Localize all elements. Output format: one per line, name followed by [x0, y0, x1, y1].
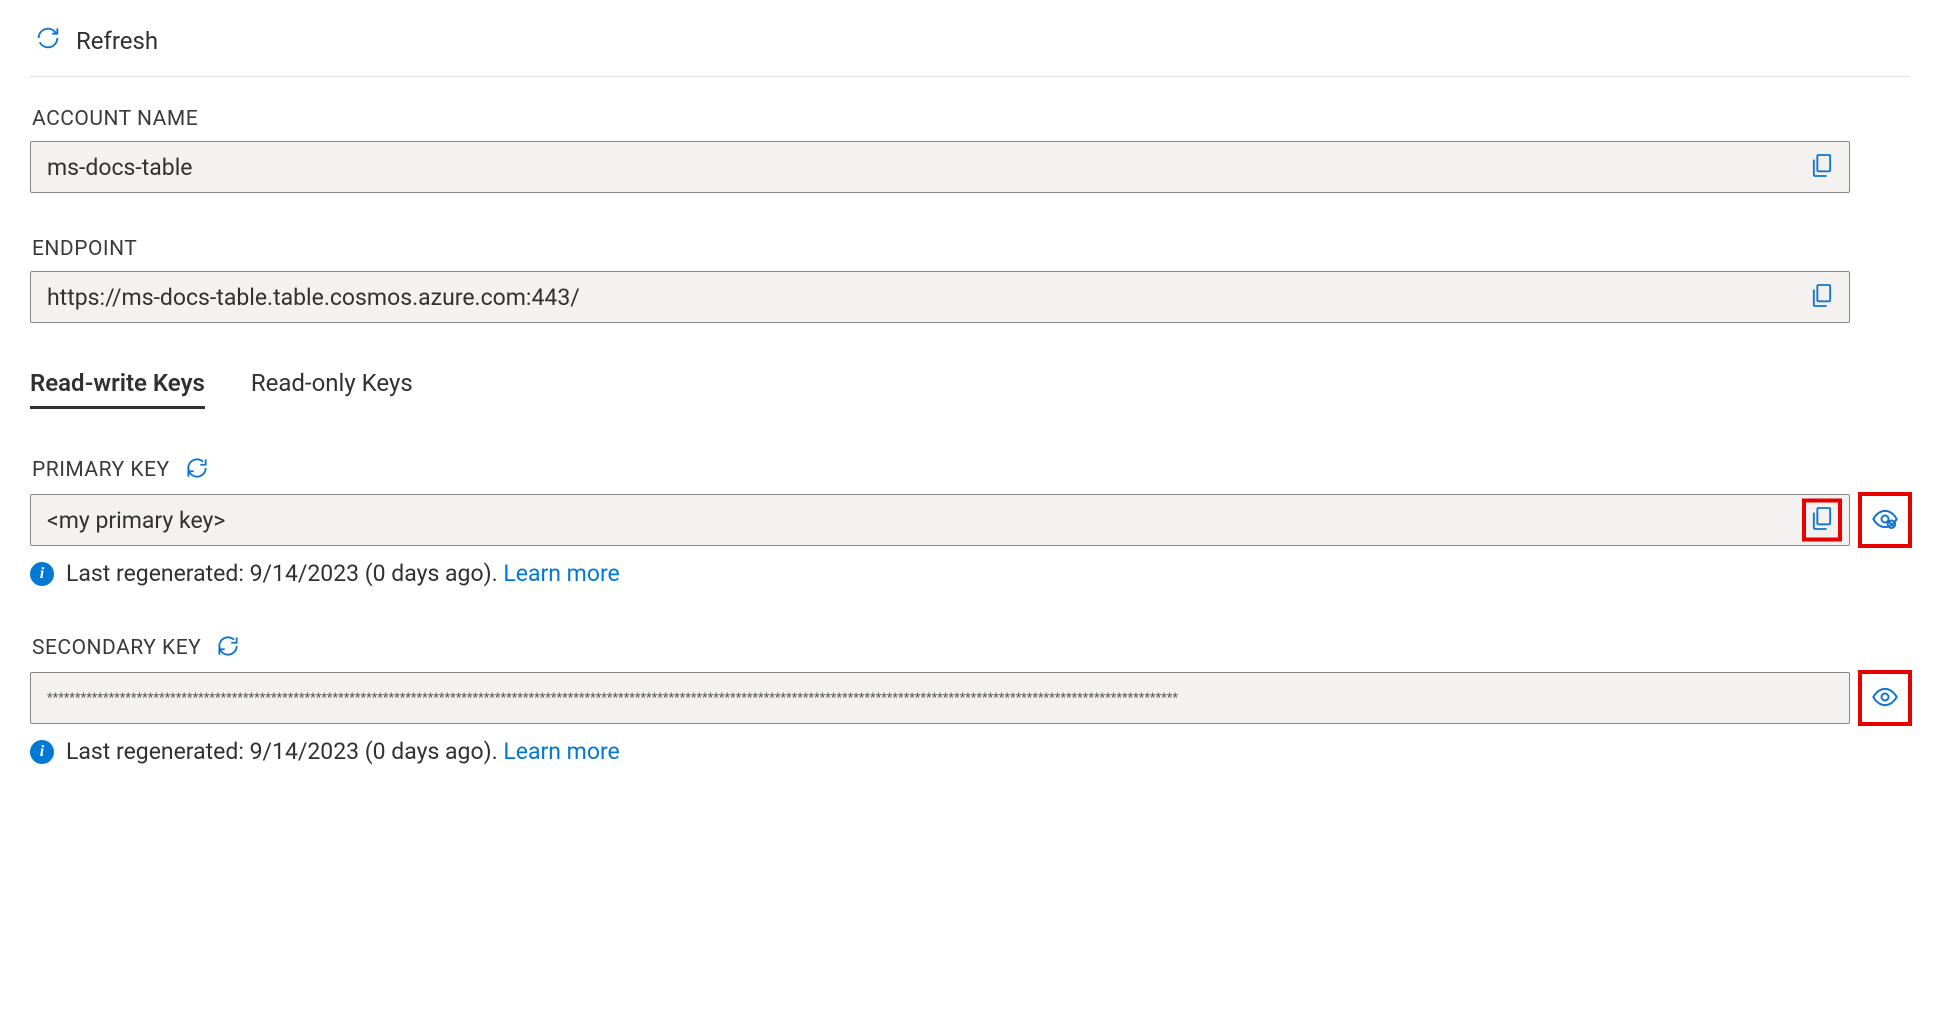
secondary-key-label: SECONDARY KEY [32, 636, 201, 660]
account-name-field: ACCOUNT NAME [30, 107, 1910, 193]
regenerate-icon [184, 455, 210, 484]
copy-icon [1808, 521, 1836, 536]
secondary-key-input[interactable] [30, 672, 1850, 724]
hide-primary-key-button[interactable] [1860, 494, 1910, 546]
regenerate-primary-key-button[interactable] [184, 455, 210, 484]
primary-key-learn-more-link[interactable]: Learn more [503, 560, 619, 587]
regenerate-icon [215, 633, 241, 662]
secondary-key-learn-more-link[interactable]: Learn more [503, 738, 619, 765]
tab-read-write-keys[interactable]: Read-write Keys [30, 367, 205, 407]
copy-account-name-button[interactable] [1804, 148, 1840, 187]
copy-endpoint-button[interactable] [1804, 278, 1840, 317]
eye-icon [1871, 683, 1899, 714]
info-icon: i [30, 562, 54, 586]
regenerate-secondary-key-button[interactable] [215, 633, 241, 662]
copy-icon [1808, 168, 1836, 183]
secondary-key-field: SECONDARY KEY i Last regenerated: 9/14/2… [30, 633, 1910, 765]
primary-key-field: PRIMARY KEY [30, 455, 1910, 587]
toolbar: Refresh [30, 18, 1910, 76]
endpoint-input[interactable] [30, 271, 1850, 323]
tab-read-only-keys[interactable]: Read-only Keys [251, 367, 413, 407]
copy-icon [1808, 298, 1836, 313]
divider [30, 76, 1910, 77]
account-name-input[interactable] [30, 141, 1850, 193]
endpoint-label: ENDPOINT [32, 237, 1910, 261]
keys-tabs: Read-write Keys Read-only Keys [30, 367, 1910, 407]
primary-key-label: PRIMARY KEY [32, 458, 170, 482]
secondary-key-info: i Last regenerated: 9/14/2023 (0 days ag… [30, 738, 1910, 765]
primary-key-input[interactable] [30, 494, 1850, 546]
show-secondary-key-button[interactable] [1860, 672, 1910, 724]
info-icon: i [30, 740, 54, 764]
refresh-button[interactable]: Refresh [34, 24, 158, 58]
primary-key-info: i Last regenerated: 9/14/2023 (0 days ag… [30, 560, 1910, 587]
endpoint-field: ENDPOINT [30, 237, 1910, 323]
secondary-key-info-text: Last regenerated: 9/14/2023 (0 days ago)… [66, 738, 503, 765]
refresh-icon [34, 24, 62, 58]
copy-primary-key-button[interactable] [1804, 501, 1840, 540]
refresh-label: Refresh [76, 27, 158, 55]
primary-key-info-text: Last regenerated: 9/14/2023 (0 days ago)… [66, 560, 503, 587]
account-name-label: ACCOUNT NAME [32, 107, 1910, 131]
eye-hide-icon [1871, 505, 1899, 536]
